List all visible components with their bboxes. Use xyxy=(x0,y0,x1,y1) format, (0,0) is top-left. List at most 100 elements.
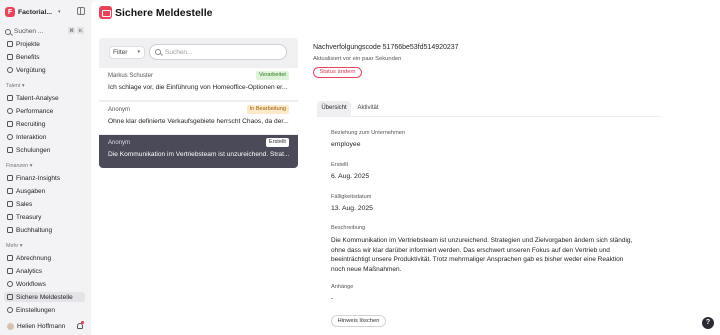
sidebar-item-label: Einstellungen xyxy=(16,306,56,314)
page-title: Sichere Meldestelle xyxy=(115,7,213,19)
sidebar-item-verguetung[interactable]: Vergütung xyxy=(4,65,85,75)
status-badge: In Bearbeitung xyxy=(246,105,289,114)
search-icon xyxy=(155,49,161,55)
sidebar: F Factorial... ▾ Suchen ... ⌘ K Projekte… xyxy=(0,0,91,335)
report-author: Anonym xyxy=(108,107,131,113)
filter-label: Filter xyxy=(113,49,128,56)
sidebar-item-talent-analyse[interactable]: Talent-Analyse xyxy=(4,93,85,103)
sidebar-search[interactable]: Suchen ... ⌘ K xyxy=(5,27,85,36)
company-switcher[interactable]: F Factorial... ▾ xyxy=(5,6,85,18)
sidebar-item-sichere-meldestelle[interactable]: Sichere Meldestelle xyxy=(4,292,85,302)
graduation-icon xyxy=(7,147,13,153)
sidebar-item-label: Vergütung xyxy=(16,66,46,74)
report-text: Die Kommunikation im Vertriebsteam ist u… xyxy=(108,151,290,158)
chat-icon xyxy=(7,134,13,140)
relation-value: employee xyxy=(331,141,361,148)
sidebar-item-label: Benefits xyxy=(16,53,40,61)
sidebar-item-performance[interactable]: Performance xyxy=(4,106,85,116)
report-text: Ich schlage vor, die Einführung von Home… xyxy=(108,84,288,91)
sidebar-item-label: Treasury xyxy=(16,213,42,221)
chevron-down-icon: ▾ xyxy=(137,49,140,55)
tab-overview[interactable]: Übersicht xyxy=(317,101,351,116)
sidebar-item-treasury[interactable]: Treasury xyxy=(4,212,85,222)
chevron-down-icon: ▾ xyxy=(19,243,23,249)
section-mehr[interactable]: Mehr ▾ xyxy=(6,243,23,249)
whistleblower-icon xyxy=(99,6,112,19)
sidebar-item-abrechnung[interactable]: Abrechnung xyxy=(4,253,85,263)
relation-label: Beziehung zum Unternehmen xyxy=(331,130,406,136)
gift-icon xyxy=(7,54,13,60)
created-value: 6. Aug. 2025 xyxy=(331,173,370,180)
sidebar-item-projekte[interactable]: Projekte xyxy=(4,39,85,49)
sidebar-item-label: Sales xyxy=(16,200,33,208)
tracking-code: Nachverfolgungscode 51766be53fd514920237 xyxy=(313,44,459,51)
section-label: Talent xyxy=(6,83,21,89)
sidebar-item-label: Finanz-Insights xyxy=(16,174,61,182)
sidebar-item-ausgaben[interactable]: Ausgaben xyxy=(4,186,85,196)
sidebar-item-label: Workflows xyxy=(16,280,46,288)
section-talent[interactable]: Talent ▾ xyxy=(6,83,25,89)
avatar xyxy=(7,323,14,330)
sidebar-item-sales[interactable]: Sales xyxy=(4,199,85,209)
sidebar-item-label: Ausgaben xyxy=(16,187,46,195)
sidebar-item-recruiting[interactable]: Recruiting xyxy=(4,119,85,129)
target-icon xyxy=(7,108,13,114)
tab-activity[interactable]: Aktivität xyxy=(353,101,383,116)
sidebar-item-workflows[interactable]: Workflows xyxy=(4,279,85,289)
attachments-value: - xyxy=(331,295,334,302)
insights-icon xyxy=(7,175,13,181)
user-name: Helien Hoffmann xyxy=(17,323,66,330)
sidebar-toggle-icon[interactable] xyxy=(77,7,85,15)
tag-icon xyxy=(7,201,13,207)
list-item[interactable]: Anonym In Bearbeitung Ohne klar definier… xyxy=(99,102,298,135)
user-menu[interactable]: Helien Hoffmann xyxy=(4,321,85,332)
sidebar-item-label: Projekte xyxy=(16,40,40,48)
coins-icon xyxy=(7,67,13,73)
description-value: Die Kommunikation im Vertriebsteam ist u… xyxy=(331,237,633,273)
sidebar-item-label: Performance xyxy=(16,107,54,115)
status-badge: Verarbeitet xyxy=(255,71,289,80)
delete-hint-button[interactable]: Hinweis löschen xyxy=(331,315,386,327)
description-label: Beschreibung xyxy=(331,225,366,231)
updated-text: Aktualisiert vor ein paar Sekunden xyxy=(313,56,402,62)
sidebar-item-finanz-insights[interactable]: Finanz-Insights xyxy=(4,173,85,183)
chevron-down-icon: ▾ xyxy=(29,163,33,169)
workflow-icon xyxy=(7,281,13,287)
sidebar-item-einstellungen[interactable]: Einstellungen xyxy=(4,305,85,315)
change-status-button[interactable]: Status ändern xyxy=(313,67,362,78)
factorial-logo-icon: F xyxy=(5,7,15,17)
report-author: Markus Schuster xyxy=(108,73,154,79)
sidebar-item-label: Schulungen xyxy=(16,146,51,154)
folder-icon xyxy=(7,41,13,47)
chevron-down-icon: ▾ xyxy=(58,9,61,15)
bar-chart-icon xyxy=(7,268,13,274)
list-item[interactable]: Markus Schuster Verarbeitet Ich schlage … xyxy=(99,68,298,101)
sidebar-item-analytics[interactable]: Analytics xyxy=(4,266,85,276)
ledger-icon xyxy=(7,227,13,233)
sidebar-item-buchhaltung[interactable]: Buchhaltung xyxy=(4,225,85,235)
sidebar-item-label: Sichere Meldestelle xyxy=(16,293,73,301)
detail-tabs: Übersicht Aktivität xyxy=(317,101,661,117)
help-icon[interactable]: ? xyxy=(702,317,714,329)
report-text: Ohne klar definierte Verkaufsgebiete her… xyxy=(108,118,289,125)
created-label: Erstellt xyxy=(331,162,349,168)
search-input[interactable]: Suchen... xyxy=(149,44,287,60)
shortcut-k-key: K xyxy=(77,27,84,34)
status-badge: Erstellt xyxy=(265,138,289,147)
sidebar-item-label: Talent-Analyse xyxy=(16,94,59,102)
search-placeholder: Suchen... xyxy=(165,48,193,56)
section-finanzen[interactable]: Finanzen ▾ xyxy=(6,163,32,169)
sidebar-item-label: Abrechnung xyxy=(16,254,52,262)
list-item-selected[interactable]: Anonym Erstellt Die Kommunikation im Ver… xyxy=(99,135,298,168)
sidebar-item-label: Interaktion xyxy=(16,133,47,141)
notification-dot xyxy=(81,321,84,324)
sidebar-item-label: Recruiting xyxy=(16,120,46,128)
due-date-value: 13. Aug. 2025 xyxy=(331,205,373,212)
section-label: Mehr xyxy=(6,243,19,249)
sidebar-item-label: Buchhaltung xyxy=(16,226,53,234)
sidebar-item-schulungen[interactable]: Schulungen xyxy=(4,145,85,155)
filter-button[interactable]: Filter ▾ xyxy=(109,46,145,59)
shield-message-icon xyxy=(7,294,13,300)
sidebar-item-interaktion[interactable]: Interaktion xyxy=(4,132,85,142)
sidebar-item-benefits[interactable]: Benefits xyxy=(4,52,85,62)
